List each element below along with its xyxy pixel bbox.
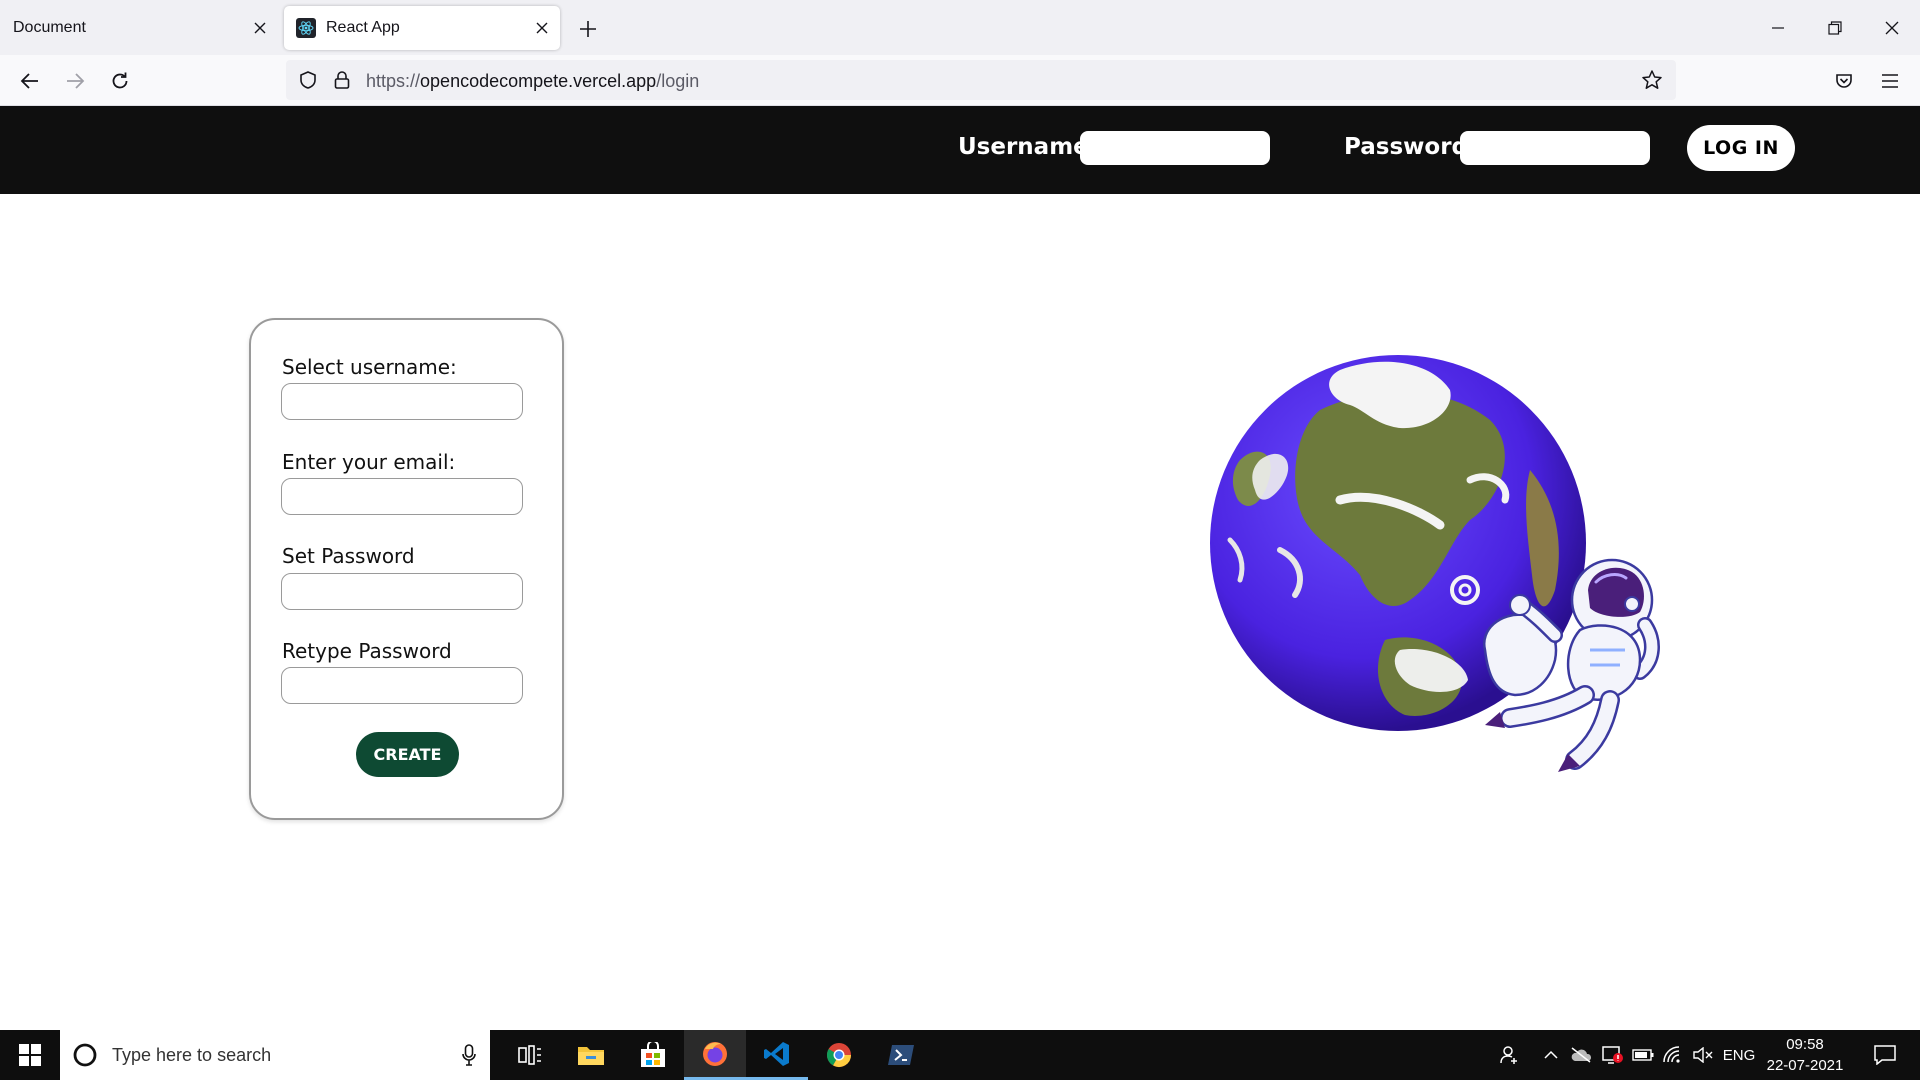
windows-taskbar: Type here to search ENG 09:58 22-07-2021 [0,1030,1920,1080]
start-button[interactable] [0,1030,60,1080]
url-host: opencodecompete.vercel.app [420,71,657,91]
bookmark-star-icon[interactable] [1640,68,1664,92]
retype-password-field-label: Retype Password [282,639,452,663]
react-icon [296,18,316,38]
chrome-taskbar-button[interactable] [808,1030,870,1080]
tab-label: Document [13,19,86,36]
browser-tab-strip: Document React App [0,0,1920,55]
clock-time: 09:58 [1786,1036,1824,1053]
arrow-right-icon [67,73,85,89]
wifi-icon [1663,1046,1680,1063]
restore-icon [1828,21,1842,35]
task-view-icon [518,1045,541,1065]
plus-icon [580,21,596,37]
reload-icon [112,72,128,89]
taskbar-clock[interactable]: 09:58 22-07-2021 [1760,1034,1850,1076]
restore-button[interactable] [1807,8,1863,48]
tab-react-app[interactable]: React App [284,6,560,50]
notification-icon [1874,1045,1896,1065]
battery-button[interactable] [1628,1030,1658,1080]
earth-astronaut-illustration [1200,350,1670,780]
tab-document[interactable]: Document [0,6,278,50]
action-center-button[interactable] [1862,1030,1908,1080]
terminal-taskbar-button[interactable] [870,1030,932,1080]
firefox-icon [703,1041,727,1066]
vscode-taskbar-button[interactable] [746,1030,808,1080]
address-bar[interactable]: https://opencodecompete.vercel.app/login [286,60,1676,100]
signup-password-input[interactable] [281,573,523,610]
signup-retype-password-input[interactable] [281,667,523,704]
task-view-button[interactable] [500,1030,560,1080]
chrome-icon [826,1043,851,1068]
pocket-icon [1836,74,1852,88]
people-button[interactable] [1492,1030,1526,1080]
close-tab-icon[interactable] [524,22,560,34]
volume-muted-icon [1693,1047,1713,1063]
security-button[interactable] [1598,1030,1628,1080]
email-field-label: Enter your email: [282,450,456,474]
windows-logo-icon [19,1044,41,1066]
signup-form: Select username: Enter your email: Set P… [249,318,564,820]
security-alert-icon [1602,1046,1623,1064]
browser-toolbar: https://opencodecompete.vercel.app/login [0,55,1920,106]
file-explorer-icon [578,1047,604,1065]
signup-email-input[interactable] [281,478,523,515]
minimize-button[interactable] [1750,8,1806,48]
forward-button[interactable] [57,63,93,99]
reload-button[interactable] [102,63,138,99]
language-text: ENG [1722,1046,1756,1064]
vscode-icon [764,1041,789,1066]
chevron-up-icon [1544,1050,1558,1059]
store-button[interactable] [622,1030,684,1080]
new-tab-button[interactable] [572,13,604,45]
site-header: Username Password LOG IN [0,106,1920,194]
close-tab-icon[interactable] [242,22,278,34]
arrow-left-icon [20,73,38,89]
header-password-input[interactable] [1460,131,1650,165]
store-icon [641,1042,665,1067]
lock-icon[interactable] [330,68,354,92]
cloud-offline-icon [1571,1047,1592,1063]
minimize-icon [1772,27,1784,29]
network-button[interactable] [1658,1030,1688,1080]
language-indicator[interactable]: ENG [1718,1030,1760,1080]
cortana-icon [73,1043,97,1067]
close-icon [1885,21,1899,35]
firefox-taskbar-button[interactable] [684,1030,746,1080]
password-label: Password [1344,134,1468,160]
file-explorer-button[interactable] [560,1030,622,1080]
url-scheme: https:// [366,71,421,91]
header-username-input[interactable] [1080,131,1270,165]
back-button[interactable] [12,63,48,99]
app-menu-button[interactable] [1872,63,1908,99]
create-button[interactable]: CREATE [356,732,459,777]
username-field-label: Select username: [282,355,457,379]
taskbar-search-box[interactable]: Type here to search [60,1030,490,1080]
close-window-button[interactable] [1864,8,1920,48]
url-path: /login [656,71,700,91]
username-label: Username [958,134,1089,160]
password-field-label: Set Password [282,544,415,568]
terminal-icon [888,1045,914,1065]
onedrive-button[interactable] [1566,1030,1596,1080]
people-icon [1500,1046,1517,1064]
signup-username-input[interactable] [281,383,523,420]
login-button[interactable]: LOG IN [1687,125,1795,171]
pocket-button[interactable] [1826,63,1862,99]
tab-label: React App [326,19,400,36]
battery-icon [1632,1049,1654,1061]
microphone-icon [462,1044,476,1066]
search-placeholder: Type here to search [112,1044,272,1065]
hamburger-menu-icon [1882,74,1898,88]
clock-date: 22-07-2021 [1766,1057,1844,1074]
volume-button[interactable] [1688,1030,1718,1080]
shield-icon[interactable] [296,68,320,92]
url-text[interactable]: https://opencodecompete.vercel.app/login [366,71,699,92]
show-hidden-icons-button[interactable] [1538,1030,1564,1080]
